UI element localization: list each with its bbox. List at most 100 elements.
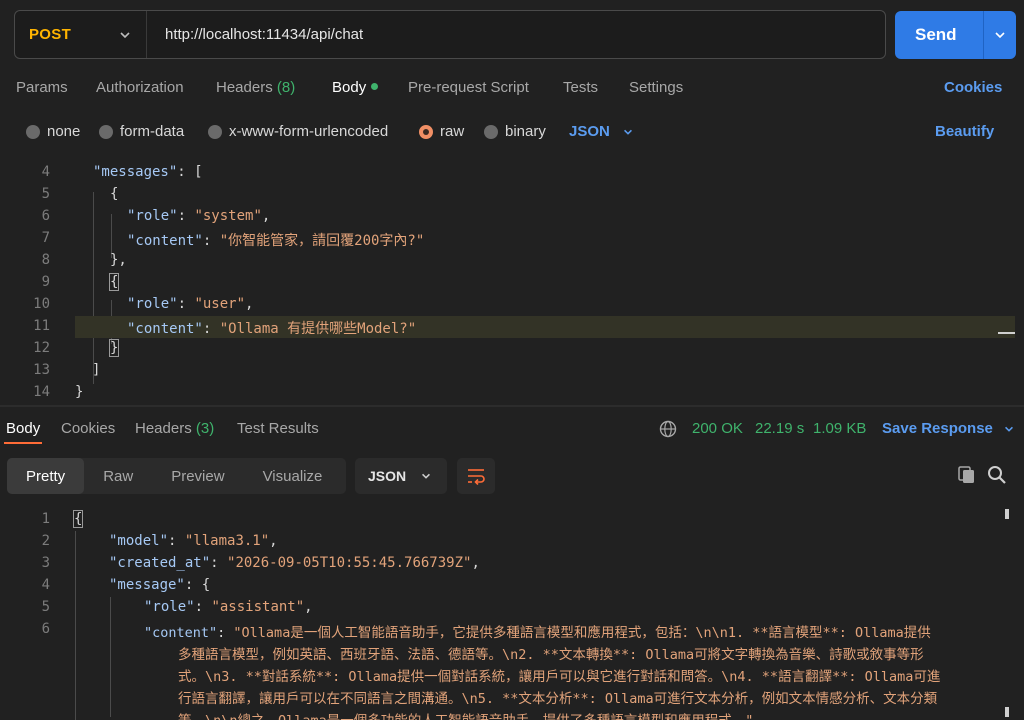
json-string: "llama3.1" (184, 533, 270, 549)
url-input[interactable]: http://localhost:11434/api/chat (147, 26, 363, 43)
line-number: 7 (41, 230, 50, 246)
response-time[interactable]: 22.19 s (755, 420, 804, 437)
json-punctuation: , (269, 533, 278, 549)
response-tab-headers[interactable]: Headers (3) (135, 420, 214, 437)
tab-settings[interactable]: Settings (629, 79, 683, 96)
scrollbar-thumb[interactable] (1005, 707, 1009, 717)
tab-headers[interactable]: Headers (8) (216, 79, 295, 96)
code-text: "role": "assistant", (144, 599, 313, 615)
code-line: 5 "role": "assistant", (0, 597, 1015, 619)
line-number: 6 (41, 208, 50, 224)
json-punctuation: : (202, 233, 220, 249)
line-number: 4 (41, 164, 50, 180)
code-line: 1 { (0, 509, 1015, 531)
cookies-link[interactable]: Cookies (944, 79, 1002, 96)
radio-raw[interactable]: raw (419, 123, 464, 140)
code-line: 9 { (0, 272, 1015, 294)
json-punctuation: , (245, 296, 254, 312)
code-text: 行語言翻譯，讓用戶可以在不同語言之間溝通。\n5. **文本分析**: Olla… (178, 691, 938, 707)
json-punctuation: : (194, 599, 212, 615)
code-line: 7 "content": "你智能管家，請回覆200字內?" (0, 228, 1015, 250)
radio-binary[interactable]: binary (484, 123, 546, 140)
radio-none[interactable]: none (26, 123, 80, 140)
code-line: 4 "messages": [ (0, 162, 1015, 184)
line-number: 5 (41, 599, 50, 615)
response-language-label: JSON (368, 468, 407, 484)
json-punctuation: , (304, 599, 313, 615)
copy-icon[interactable] (956, 464, 978, 486)
tab-authorization[interactable]: Authorization (96, 79, 184, 96)
code-text: ] (92, 362, 101, 378)
body-language-select[interactable]: JSON (569, 123, 634, 140)
send-options-button[interactable] (984, 28, 1016, 42)
method-label: POST (29, 26, 72, 43)
json-string: "2026-09-05T10:55:45.766739Z" (227, 555, 472, 571)
url-bar: POST http://localhost:11434/api/chat (14, 10, 886, 59)
scrollbar-thumb[interactable] (1005, 509, 1009, 519)
json-key: "content" (127, 321, 203, 337)
response-size[interactable]: 1.09 KB (813, 420, 866, 437)
code-text: "created_at": "2026-09-05T10:55:45.76673… (109, 555, 480, 571)
line-number: 6 (41, 621, 50, 637)
code-line: 4 "message": { (0, 575, 1015, 597)
request-body-editor[interactable]: 4 "messages": [ 5 { 6 "role": "system", … (0, 162, 1024, 402)
response-tab-body[interactable]: Body (6, 420, 40, 437)
pane-divider[interactable] (0, 405, 1024, 407)
tab-body[interactable]: Body (332, 79, 379, 96)
json-punctuation: : [ (177, 164, 203, 180)
response-body-viewer[interactable]: 1 { 2 "model": "llama3.1", 3 "created_at… (0, 509, 1024, 720)
search-icon[interactable] (986, 464, 1008, 486)
response-tab-headers-count: (3) (195, 420, 215, 437)
request-tabs: Params Authorization Headers (8) Body Pr… (0, 76, 1024, 102)
view-mode-tabs: Pretty Raw Preview Visualize (7, 458, 346, 494)
tab-tests[interactable]: Tests (563, 79, 598, 96)
json-key: "role" (144, 599, 195, 615)
tab-params[interactable]: Params (16, 79, 68, 96)
json-punctuation: : (177, 296, 195, 312)
scrollbar-marker[interactable] (998, 332, 1015, 334)
json-key: "role" (127, 208, 178, 224)
code-line: 13 ] (0, 360, 1015, 382)
json-punctuation: , (471, 555, 480, 571)
chevron-down-icon (623, 129, 632, 135)
body-type-options: none form-data x-www-form-urlencoded raw… (0, 120, 1024, 144)
code-line: 8 }, (0, 250, 1015, 272)
chevron-down-icon (995, 32, 1005, 39)
json-key: "content" (144, 625, 218, 641)
status-code[interactable]: 200 OK (692, 420, 743, 437)
view-tab-raw[interactable]: Raw (84, 458, 152, 494)
line-number: 8 (41, 252, 50, 268)
wrap-lines-icon (468, 469, 485, 485)
response-language-select[interactable]: JSON (355, 458, 447, 494)
code-line-wrapped: 式。\n3. **對話系統**: Ollama提供一個對話系統，讓用戶可以與它進… (0, 663, 1015, 685)
json-key: "messages" (93, 164, 178, 180)
code-text: "role": "user", (127, 296, 253, 312)
globe-icon[interactable] (659, 420, 677, 438)
json-string: "system" (194, 208, 262, 224)
code-line: 2 "model": "llama3.1", (0, 531, 1015, 553)
view-tab-visualize[interactable]: Visualize (244, 458, 342, 494)
line-number: 3 (41, 555, 50, 571)
line-number: 1 (41, 511, 50, 527)
code-line: 3 "created_at": "2026-09-05T10:55:45.766… (0, 553, 1015, 575)
json-string: "你智能管家，請回覆200字內?" (219, 233, 425, 249)
code-line: 14 } (0, 382, 1015, 404)
response-tab-cookies[interactable]: Cookies (61, 420, 115, 437)
response-tab-test-results[interactable]: Test Results (237, 420, 319, 437)
tab-pre-request-script[interactable]: Pre-request Script (408, 79, 529, 96)
code-line: 12 } (0, 338, 1015, 360)
json-punctuation: : (217, 625, 234, 641)
radio-form-data[interactable]: form-data (99, 123, 184, 140)
save-response-button[interactable]: Save Response (882, 420, 1015, 437)
json-key: "content" (127, 233, 203, 249)
beautify-button[interactable]: Beautify (935, 123, 994, 140)
method-select[interactable]: POST (15, 11, 147, 58)
radio-x-www-form-urlencoded[interactable]: x-www-form-urlencoded (208, 123, 388, 140)
view-tab-pretty[interactable]: Pretty (7, 458, 85, 494)
code-text: "content": "你智能管家，請回覆200字內?" (127, 230, 424, 250)
send-button[interactable]: Send (895, 11, 1016, 59)
code-line: 10 "role": "user", (0, 294, 1015, 316)
wrap-lines-button[interactable] (457, 458, 495, 494)
view-tab-preview[interactable]: Preview (152, 458, 243, 494)
code-text: } (108, 339, 120, 357)
